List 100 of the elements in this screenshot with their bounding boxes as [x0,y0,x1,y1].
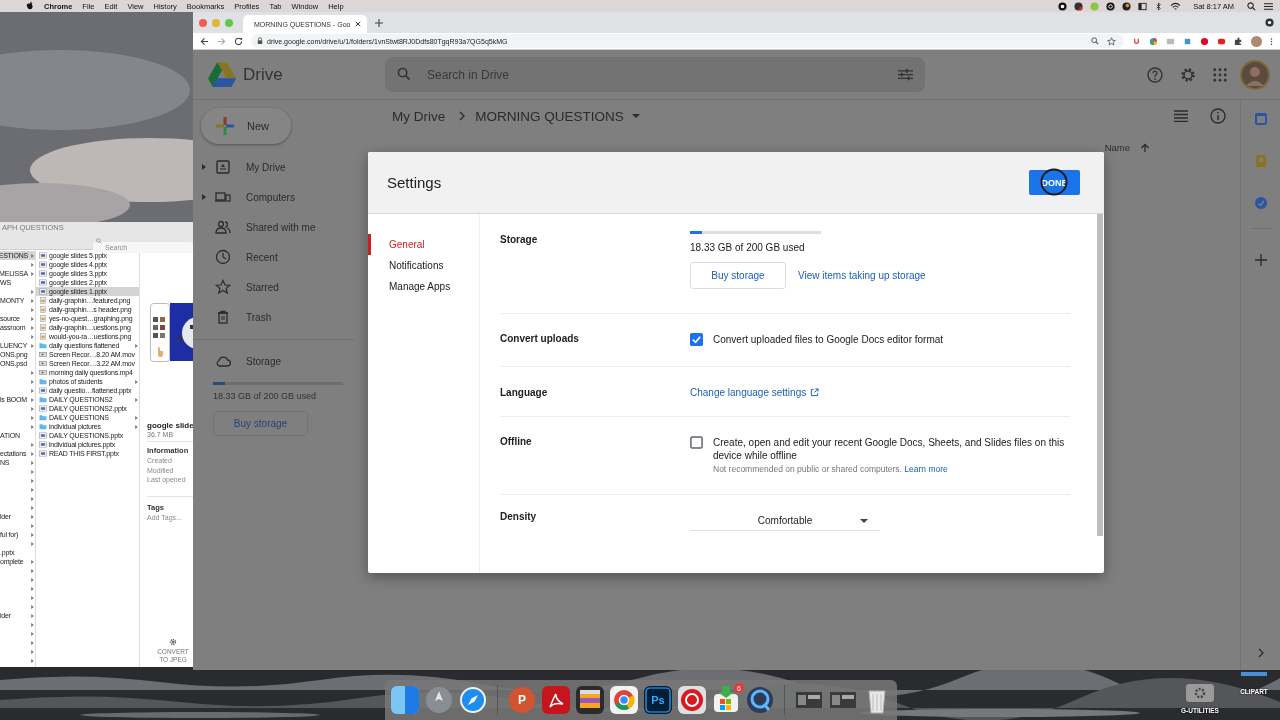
window-icon[interactable] [1138,1,1148,11]
settings-tab[interactable]: General [368,234,479,255]
section-heading: Density [500,511,538,524]
file-title: google slide [147,421,193,430]
computer-icon [215,189,231,205]
dock-app-button[interactable]: P [508,686,536,714]
density-select[interactable]: Comfortable [690,511,880,531]
wifi-icon[interactable] [1170,1,1182,11]
drive-logo-icon[interactable] [208,62,236,87]
nav-item[interactable]: Shared with me [193,212,355,242]
app-icon [508,686,536,714]
round-icon[interactable] [1265,18,1274,27]
tasks-icon[interactable] [1253,196,1268,210]
dock-app-button[interactable] [542,686,570,714]
filter-icon[interactable] [898,68,913,81]
close-icon[interactable] [355,21,362,27]
nav-item[interactable]: Computers [193,182,355,212]
folder-icon [39,342,47,349]
info-icon[interactable] [1210,108,1226,124]
reload-icon[interactable] [234,36,243,46]
nav-item[interactable]: Trash [193,302,355,332]
puzzle-icon[interactable] [1234,36,1243,46]
avatar-icon[interactable] [1251,35,1262,47]
record-icon[interactable] [1058,1,1068,11]
option-label: Create, open and edit your recent Google Docs, Sheets, and Slides files on this device while offline [713,436,1066,462]
apps-icon[interactable] [1213,67,1227,82]
bluetooth-icon[interactable] [1154,1,1164,11]
list-icon[interactable] [1263,1,1274,11]
chevron-icon [135,397,138,402]
dock-app-button[interactable]: Ps [644,686,672,714]
nav-item[interactable]: Starred [193,272,355,302]
settings-tab[interactable]: Manage Apps [368,276,479,297]
settings-tab[interactable]: Notifications [368,255,479,276]
scrollbar[interactable] [1097,214,1103,536]
external-link-icon [810,388,820,397]
extension-icon[interactable] [1149,36,1158,46]
video-file-icon [39,360,47,367]
search-icon [96,238,102,244]
app-icon [542,686,570,714]
search-field[interactable]: Search in Drive [385,57,925,92]
dock-app-button[interactable] [459,686,487,714]
folder-icon [39,378,47,385]
column-header[interactable]: Name [1104,142,1150,153]
apple-icon[interactable] [26,1,34,11]
folder-icon [39,396,47,403]
hint-text: Not recommended on public or shared computers. Learn more [713,464,949,474]
avatar-icon[interactable] [1240,59,1270,90]
settings-icon[interactable] [1180,66,1196,83]
app-icon [391,686,419,714]
gear-icon [169,638,177,646]
storage-usage: 18.33 GB of 200 GB used [690,242,806,253]
app-icon [425,686,453,714]
image-file-icon [39,306,47,313]
plus-icon[interactable] [1254,254,1267,266]
plus-icon[interactable] [375,18,383,27]
close-button[interactable] [199,18,207,27]
checkbox[interactable] [690,333,703,346]
plus-icon [215,116,235,136]
dock-app-button[interactable] [576,686,604,714]
star-icon [215,279,231,295]
new-button[interactable]: New [201,108,291,144]
image-file-icon [39,297,47,304]
learn-more-link[interactable]: Learn more [904,464,948,474]
slides-file-icon [39,261,47,268]
zoom-icon[interactable] [1091,37,1099,45]
nav-item[interactable]: My Drive [193,152,355,182]
language-settings-link[interactable]: Change language settings [690,387,820,398]
slides-file-icon [39,405,47,412]
view-items-link[interactable]: View items taking up storage [798,270,926,281]
slides-file-icon [39,270,47,277]
nav-item[interactable]: Recent [193,242,355,272]
slides-file-icon [39,441,47,448]
trash-icon [215,309,231,325]
chevron-icon[interactable] [1257,648,1264,658]
round-icon[interactable] [1122,1,1132,11]
forward-icon[interactable] [217,36,226,46]
extension-icon[interactable] [1132,36,1141,46]
more-icon[interactable] [1270,36,1273,46]
gear-folder-icon[interactable] [1186,682,1214,702]
back-icon[interactable] [200,36,209,46]
breadcrumb-link[interactable]: MORNING QUESTIONS [475,108,640,124]
help-icon[interactable] [1147,66,1163,83]
calendar-icon[interactable] [1253,112,1268,126]
dock-app-button[interactable] [678,686,706,714]
drive-icon [215,159,231,175]
dock-app-button[interactable] [746,686,774,714]
zoom-button[interactable] [225,18,233,27]
list-view-icon[interactable] [1174,110,1188,122]
nav-item[interactable]: Storage [193,346,355,376]
checkbox[interactable] [690,436,703,449]
chevron-icon [135,379,138,384]
image-file-icon [39,333,47,340]
app-icon [746,686,774,714]
star-icon[interactable] [1107,36,1116,46]
breadcrumb-link[interactable]: My Drive [392,108,446,124]
app-icon [576,686,604,714]
buy-storage-button[interactable]: Buy storage [690,262,786,289]
section-heading: Offline [500,436,533,449]
slides-file-icon [39,387,47,394]
search-icon[interactable] [1247,1,1256,11]
